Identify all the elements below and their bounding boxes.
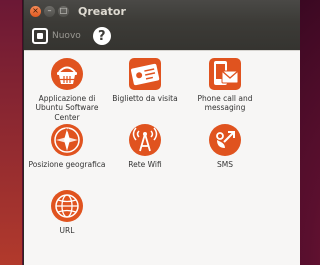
item-label: Applicazione di Ubuntu Software Center <box>35 94 99 122</box>
item-phone-call[interactable]: Phone call and messaging <box>184 57 266 113</box>
new-button-label: Nuovo <box>52 31 81 41</box>
toolbar: Nuovo ? <box>24 22 300 50</box>
item-business-card[interactable]: Biglietto da visita <box>104 57 186 103</box>
item-label: Phone call and messaging <box>197 94 253 113</box>
sms-icon <box>209 124 241 156</box>
item-label: Posizione geografica <box>28 160 106 169</box>
item-url[interactable]: URL <box>26 189 108 235</box>
svg-text:N: N <box>65 128 69 134</box>
desktop-background <box>0 0 22 265</box>
phone-message-icon <box>209 58 241 90</box>
titlebar: × – □ Qreator <box>24 0 300 22</box>
software-center-icon <box>51 58 83 90</box>
maximize-button[interactable]: □ <box>58 5 69 17</box>
new-button[interactable]: Nuovo <box>32 28 81 44</box>
compass-icon: N <box>51 124 83 156</box>
item-wifi[interactable]: Rete Wifi <box>104 123 186 169</box>
item-label: URL <box>59 226 75 235</box>
minimize-button[interactable]: – <box>44 5 55 17</box>
close-button[interactable]: × <box>30 5 41 17</box>
qreator-window: × – □ Qreator Nuovo ? Applicazione di Ub… <box>23 0 300 265</box>
help-icon[interactable]: ? <box>92 27 111 45</box>
item-label: SMS <box>217 160 233 169</box>
item-sms[interactable]: SMS <box>184 123 266 169</box>
new-document-icon <box>32 28 48 44</box>
wifi-tower-icon <box>129 124 161 156</box>
globe-icon <box>51 190 83 222</box>
item-label: Rete Wifi <box>128 160 162 169</box>
item-label: Biglietto da visita <box>112 94 178 103</box>
item-geo-position[interactable]: N Posizione geografica <box>26 123 108 169</box>
qr-type-grid: Applicazione di Ubuntu Software Center B… <box>24 50 300 265</box>
item-software-center[interactable]: Applicazione di Ubuntu Software Center <box>26 57 108 122</box>
business-card-icon <box>129 58 161 90</box>
window-title: Qreator <box>78 4 126 18</box>
